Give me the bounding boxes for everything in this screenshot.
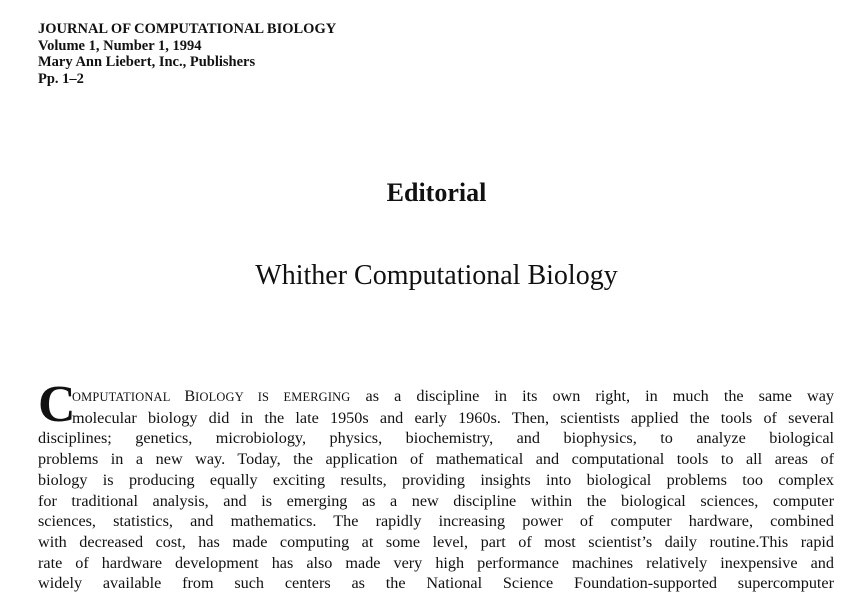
body-line: disciplines; genetics, microbiology, phy… [38, 429, 834, 448]
body-line: molecular biology did in the late 1950s … [72, 408, 834, 427]
article-body: OMPUTATIONAL BIOLOGY IS EMERGING as a di… [38, 386, 834, 594]
journal-pages: Pp. 1–2 [38, 70, 84, 87]
line1-rest: as a discipline in its own right, in muc… [350, 387, 834, 405]
body-line: for traditional analysis, and is emergin… [38, 491, 834, 510]
section-title: Editorial [386, 178, 487, 207]
body-line: widely available from such centers as th… [38, 574, 834, 593]
journal-header: JOURNAL OF COMPUTATIONAL BIOLOGY Volume … [38, 21, 336, 87]
lead-smallcaps-1: OMPUTATIONAL [72, 390, 185, 404]
journal-name: JOURNAL OF COMPUTATIONAL BIOLOGY [38, 21, 337, 37]
body-line-1: OMPUTATIONAL BIOLOGY IS EMERGING as a di… [38, 386, 834, 408]
body-line: rate of hardware development has also ma… [38, 553, 834, 572]
body-line: sciences, statistics, and mathematics. T… [38, 512, 834, 531]
article-title: Whither Computational Biology [255, 260, 618, 291]
lead-smallcaps-2: IOLOGY IS EMERGING [195, 390, 351, 404]
journal-publisher: Mary Ann Liebert, Inc., Publishers [38, 54, 256, 70]
body-line: with decreased cost, has made computing … [38, 532, 834, 551]
body-line: biology is producing equally exciting re… [38, 470, 834, 489]
lead-capital-b: B [184, 387, 196, 405]
journal-volume: Volume 1, Number 1, 1994 [38, 37, 202, 54]
body-line: problems in a new way. Today, the applic… [38, 450, 834, 469]
